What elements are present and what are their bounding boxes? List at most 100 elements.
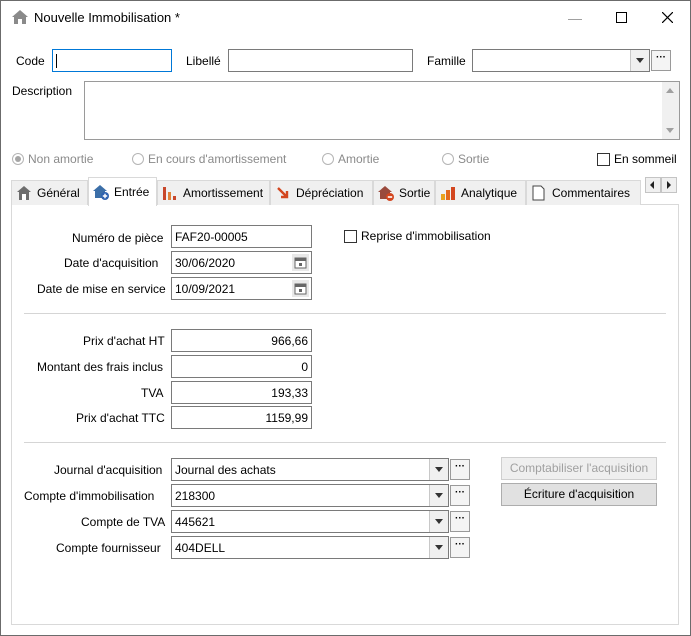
compte-fourn-dropdown-button[interactable] (429, 537, 448, 558)
libelle-label: Libellé (186, 54, 221, 68)
compte-immo-select[interactable]: 218300 (171, 484, 449, 507)
scroll-up-icon[interactable] (666, 88, 674, 93)
chevron-down-icon (636, 58, 644, 63)
window-title: Nouvelle Immobilisation * (34, 10, 180, 25)
divider (24, 313, 666, 314)
tab-sortie[interactable]: Sortie (373, 180, 435, 205)
en-sommeil-label: En sommeil (614, 152, 677, 166)
house-minus-icon (378, 186, 394, 201)
tab-scroll-right-button[interactable] (661, 177, 677, 193)
prix-ht-input[interactable]: 966,66 (171, 329, 312, 352)
radio-label: Non amortie (28, 152, 94, 166)
calendar-icon[interactable] (292, 280, 309, 297)
compte-tva-dropdown-button[interactable] (429, 511, 448, 532)
famille-dropdown-button[interactable] (630, 50, 649, 71)
radio-en-cours[interactable]: En cours d'amortissement (132, 152, 286, 166)
radio-label: Amortie (338, 152, 380, 166)
reprise-label: Reprise d'immobilisation (361, 229, 491, 243)
tab-label: Général (37, 186, 80, 200)
date-acq-input[interactable]: 30/06/2020 (171, 251, 312, 274)
prix-ttc-label: Prix d'achat TTC (76, 411, 165, 425)
tab-entree[interactable]: Entrée (88, 177, 157, 206)
date-service-label: Date de mise en service (37, 282, 166, 296)
compte-immo-browse-button[interactable]: ··· (450, 485, 470, 506)
journal-dropdown-button[interactable] (429, 459, 448, 480)
chevron-down-icon (435, 519, 443, 524)
compte-tva-browse-button[interactable]: ··· (450, 511, 470, 532)
journal-browse-button[interactable]: ··· (450, 459, 470, 480)
tab-label: Commentaires (552, 186, 631, 200)
reprise-checkbox[interactable]: Reprise d'immobilisation (344, 229, 491, 243)
tab-analytique[interactable]: Analytique (435, 180, 526, 205)
tab-general[interactable]: Général (11, 180, 88, 205)
tab-label: Entrée (114, 185, 150, 199)
date-service-input[interactable]: 10/09/2021 (171, 277, 312, 300)
tab-label: Dépréciation (296, 186, 364, 200)
close-button[interactable] (644, 1, 690, 34)
compte-fourn-label: Compte fournisseur (56, 541, 161, 555)
journal-label: Journal d'acquisition (54, 463, 163, 477)
radio-circle (12, 153, 24, 165)
comptabiliser-button[interactable]: Comptabiliser l'acquisition (501, 457, 657, 480)
tab-strip: Général Entrée Amortissement Dépréciatio… (11, 177, 679, 206)
famille-browse-button[interactable]: ··· (651, 50, 671, 71)
tab-label: Analytique (461, 186, 518, 200)
radio-non-amortie[interactable]: Non amortie (12, 152, 93, 166)
chevron-right-icon (667, 181, 671, 189)
compte-tva-value: 445621 (175, 515, 216, 529)
tva-input[interactable]: 193,33 (171, 381, 312, 404)
radio-amortie[interactable]: Amortie (322, 152, 379, 166)
date-acq-value: 30/06/2020 (175, 256, 236, 270)
libelle-input[interactable] (228, 49, 413, 72)
tva-label: TVA (141, 386, 164, 400)
bar-chart-icon (163, 187, 176, 200)
piece-label: Numéro de pièce (72, 231, 164, 245)
tab-commentaires[interactable]: Commentaires (526, 180, 641, 205)
minimize-button[interactable]: — (552, 1, 598, 34)
date-acq-label: Date d'acquisition (64, 256, 159, 270)
compte-fourn-browse-button[interactable]: ··· (450, 537, 470, 558)
piece-input[interactable]: FAF20-00005 (171, 225, 312, 248)
radio-circle (322, 153, 334, 165)
description-label: Description (12, 84, 73, 98)
compte-fourn-select[interactable]: 404DELL (171, 536, 449, 559)
chevron-down-icon (435, 545, 443, 550)
description-textarea[interactable] (84, 81, 680, 140)
tab-label: Amortissement (183, 186, 264, 200)
famille-select[interactable] (472, 49, 650, 72)
compte-immo-dropdown-button[interactable] (429, 485, 448, 506)
chevron-left-icon (650, 181, 654, 189)
scroll-down-icon[interactable] (666, 128, 674, 133)
compte-tva-select[interactable]: 445621 (171, 510, 449, 533)
radio-circle (442, 153, 454, 165)
frais-input[interactable]: 0 (171, 355, 312, 378)
description-scrollbar[interactable] (662, 82, 679, 139)
house-plus-icon (93, 185, 109, 200)
tab-label: Sortie (399, 186, 431, 200)
tab-scroll-left-button[interactable] (645, 177, 661, 193)
document-icon (532, 185, 545, 201)
house-icon (17, 186, 31, 200)
chevron-down-icon (435, 467, 443, 472)
en-sommeil-checkbox[interactable]: En sommeil (597, 152, 677, 166)
compte-immo-value: 218300 (175, 489, 216, 503)
tab-depreciation[interactable]: Dépréciation (270, 180, 373, 205)
journal-value: Journal des achats (175, 463, 276, 477)
chevron-down-icon (435, 493, 443, 498)
maximize-button[interactable] (598, 1, 644, 34)
down-arrow-icon (277, 187, 289, 199)
ecriture-acquisition-button[interactable]: Écriture d'acquisition (501, 483, 657, 506)
journal-select[interactable]: Journal des achats (171, 458, 449, 481)
tab-amortissement[interactable]: Amortissement (157, 180, 270, 205)
divider (24, 442, 666, 443)
prix-ttc-input[interactable]: 1159,99 (171, 406, 312, 429)
radio-label: Sortie (458, 152, 490, 166)
code-input[interactable] (52, 49, 172, 72)
radio-sortie[interactable]: Sortie (442, 152, 489, 166)
date-service-value: 10/09/2021 (175, 282, 236, 296)
prix-ht-label: Prix d'achat HT (83, 334, 165, 348)
radio-circle (132, 153, 144, 165)
code-label: Code (16, 54, 45, 68)
calendar-icon[interactable] (292, 254, 309, 271)
famille-label: Famille (427, 54, 466, 68)
